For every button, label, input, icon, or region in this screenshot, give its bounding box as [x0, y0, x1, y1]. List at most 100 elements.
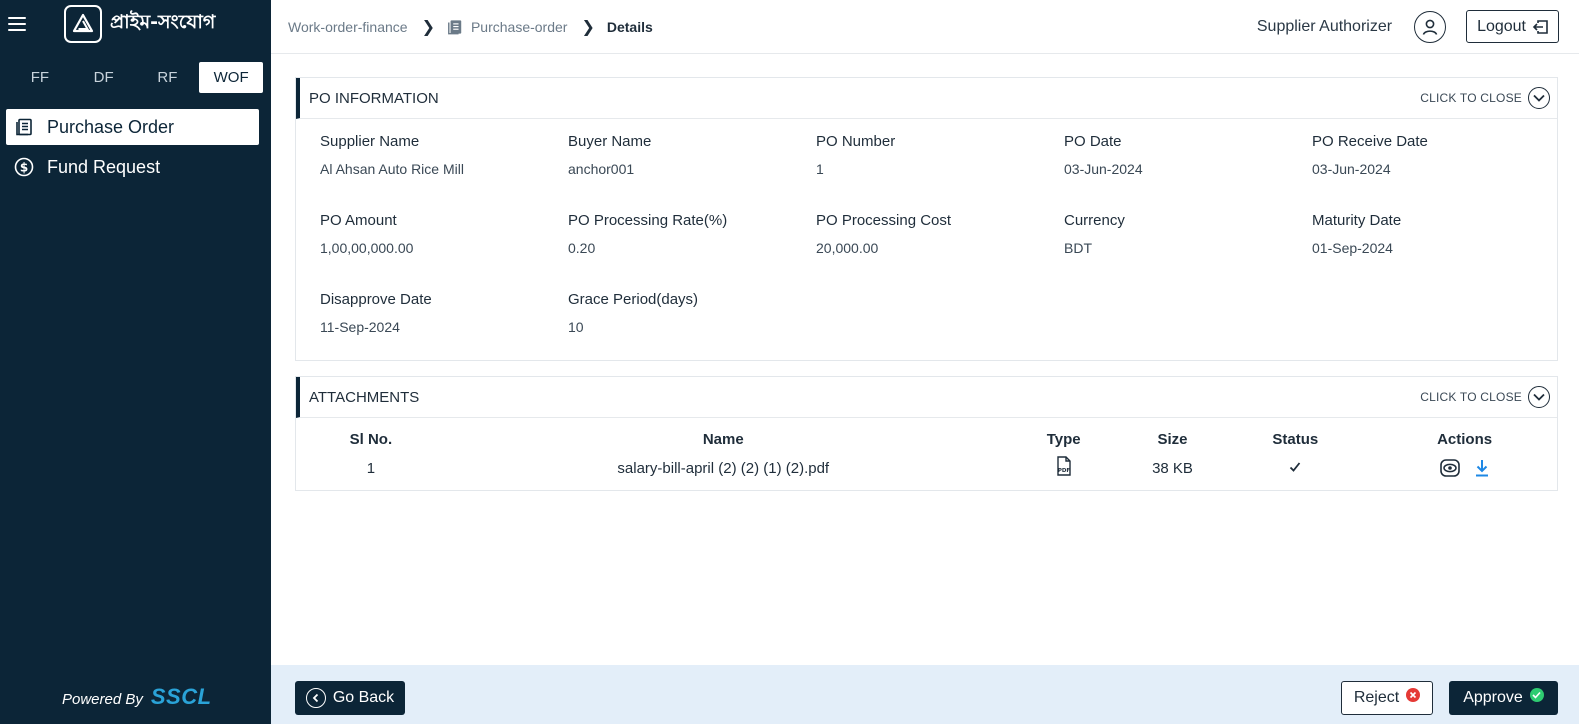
field-label: Currency	[1064, 212, 1125, 229]
sidebar-item-label: Purchase Order	[47, 116, 175, 137]
breadcrumb-item-work-order-finance[interactable]: Work-order-finance	[288, 19, 408, 35]
field-value: 20,000.00	[816, 240, 879, 256]
sidebar-item-fund-request[interactable]: $ Fund Request	[6, 149, 259, 185]
field-currency: Currency BDT	[1064, 212, 1312, 291]
app-logo-icon	[64, 5, 102, 43]
download-icon[interactable]	[1474, 459, 1490, 477]
field-value: 03-Jun-2024	[1312, 161, 1391, 177]
field-value: 1,00,00,000.00	[320, 240, 414, 256]
field-value: anchor001	[568, 161, 635, 177]
svg-text:$: $	[20, 161, 28, 175]
field-label: Supplier Name	[320, 133, 420, 150]
logout-label: Logout	[1477, 17, 1526, 35]
column-header-actions: Actions	[1437, 430, 1493, 448]
pdf-file-icon: PDF	[1056, 456, 1071, 476]
tab-rf[interactable]: RF	[136, 62, 200, 93]
list-document-icon	[447, 19, 463, 35]
column-header-status: Status	[1272, 430, 1319, 448]
list-document-icon	[14, 117, 34, 137]
field-disapprove-date: Disapprove Date 11-Sep-2024	[320, 291, 568, 370]
field-label: Disapprove Date	[320, 291, 432, 308]
field-po-processing-cost: PO Processing Cost 20,000.00	[816, 212, 1064, 291]
close-toggle-label: CLICK TO CLOSE	[1420, 390, 1522, 404]
tab-ff[interactable]: FF	[8, 62, 72, 93]
column-header-type: Type	[1046, 430, 1081, 448]
logout-icon	[1532, 19, 1548, 34]
field-label: PO Processing Cost	[816, 212, 952, 229]
eye-icon[interactable]	[1439, 459, 1460, 477]
attachments-panel: ATTACHMENTS CLICK TO CLOSE Sl No. Name T…	[295, 376, 1558, 491]
go-back-label: Go Back	[332, 689, 395, 706]
sidebar-header: প্রাইম-সংযোগ	[0, 0, 271, 48]
po-information-panel: PO INFORMATION CLICK TO CLOSE Supplier N…	[295, 77, 1558, 361]
table-row: 1 salary-bill-april (2) (2) (1) (2).pdf …	[296, 456, 1557, 486]
field-po-number: PO Number 1	[816, 133, 1064, 212]
field-po-processing-rate: PO Processing Rate(%) 0.20	[568, 212, 816, 291]
tab-df[interactable]: DF	[72, 62, 136, 93]
reject-button[interactable]: Reject	[1341, 681, 1433, 715]
attachments-header: ATTACHMENTS CLICK TO CLOSE	[296, 377, 1557, 418]
brand-logo: SSCL	[150, 684, 212, 709]
tab-wof[interactable]: WOF	[199, 62, 263, 93]
cell-type: PDF	[1001, 456, 1127, 486]
panel-title: ATTACHMENTS	[309, 388, 420, 406]
breadcrumb-item-purchase-order[interactable]: Purchase-order	[471, 19, 568, 35]
top-header: Work-order-finance ❯ Purchase-order ❯ De…	[271, 0, 1579, 54]
field-maturity-date: Maturity Date 01-Sep-2024	[1312, 212, 1560, 291]
breadcrumb: Work-order-finance ❯ Purchase-order ❯ De…	[271, 17, 653, 37]
chevron-down-icon	[1528, 386, 1550, 408]
cell-status	[1218, 456, 1372, 486]
svg-text:PDF: PDF	[1057, 468, 1070, 474]
user-avatar-icon[interactable]	[1414, 10, 1447, 43]
approve-label: Approve	[1463, 689, 1523, 706]
attachments-close-toggle[interactable]: CLICK TO CLOSE	[1420, 386, 1550, 408]
column-header-sl: Sl No.	[349, 430, 393, 448]
field-label: PO Number	[816, 133, 896, 150]
po-information-close-toggle[interactable]: CLICK TO CLOSE	[1420, 87, 1550, 109]
field-value: 01-Sep-2024	[1312, 240, 1393, 256]
dollar-circle-icon: $	[14, 157, 34, 177]
field-buyer-name: Buyer Name anchor001	[568, 133, 816, 212]
field-label: PO Date	[1064, 133, 1122, 150]
panel-title: PO INFORMATION	[309, 89, 439, 107]
field-label: Buyer Name	[568, 133, 652, 150]
row-actions	[1372, 459, 1557, 477]
field-supplier-name: Supplier Name Al Ahsan Auto Rice Mill	[320, 133, 568, 212]
field-grace-period: Grace Period(days) 10	[568, 291, 816, 370]
approve-button[interactable]: Approve	[1449, 681, 1558, 715]
field-value: 10	[568, 319, 584, 335]
chevron-right-icon: ❯	[581, 18, 595, 36]
close-toggle-label: CLICK TO CLOSE	[1420, 91, 1522, 105]
field-po-amount: PO Amount 1,00,00,000.00	[320, 212, 568, 291]
field-po-date: PO Date 03-Jun-2024	[1064, 133, 1312, 212]
attachments-table: Sl No. Name Type Size Status Actions 1 s…	[296, 418, 1557, 486]
chevron-down-icon	[1528, 87, 1550, 109]
checkmark-icon	[1290, 461, 1301, 472]
field-value: 1	[816, 161, 824, 177]
cell-size: 38 KB	[1152, 459, 1193, 477]
hamburger-menu-icon[interactable]	[8, 17, 26, 31]
close-circle-icon	[1406, 688, 1421, 702]
sidebar-item-label: Fund Request	[47, 156, 161, 177]
field-value: BDT	[1064, 240, 1092, 256]
field-label: Maturity Date	[1312, 212, 1402, 229]
field-po-receive-date: PO Receive Date 03-Jun-2024	[1312, 133, 1560, 212]
field-label: Grace Period(days)	[568, 291, 699, 308]
chevron-right-icon: ❯	[421, 18, 435, 36]
logout-button[interactable]: Logout	[1466, 10, 1559, 43]
field-label: PO Receive Date	[1312, 133, 1428, 150]
sidebar-item-purchase-order[interactable]: Purchase Order	[6, 109, 259, 145]
check-circle-icon	[1529, 688, 1544, 702]
table-header-row: Sl No. Name Type Size Status Actions	[296, 418, 1557, 456]
sidebar-nav: Purchase Order $ Fund Request	[0, 109, 271, 185]
cell-sl: 1	[366, 459, 376, 477]
reject-label: Reject	[1353, 689, 1400, 706]
finance-type-tabs: FF DF RF WOF	[0, 48, 271, 93]
field-value: 0.20	[568, 240, 596, 256]
user-role: Supplier Authorizer	[1256, 17, 1393, 35]
po-information-header: PO INFORMATION CLICK TO CLOSE	[296, 78, 1557, 119]
cell-actions	[1372, 456, 1557, 486]
field-value: 11-Sep-2024	[320, 319, 400, 335]
field-value: 03-Jun-2024	[1064, 161, 1143, 177]
go-back-button[interactable]: Go Back	[295, 681, 405, 715]
